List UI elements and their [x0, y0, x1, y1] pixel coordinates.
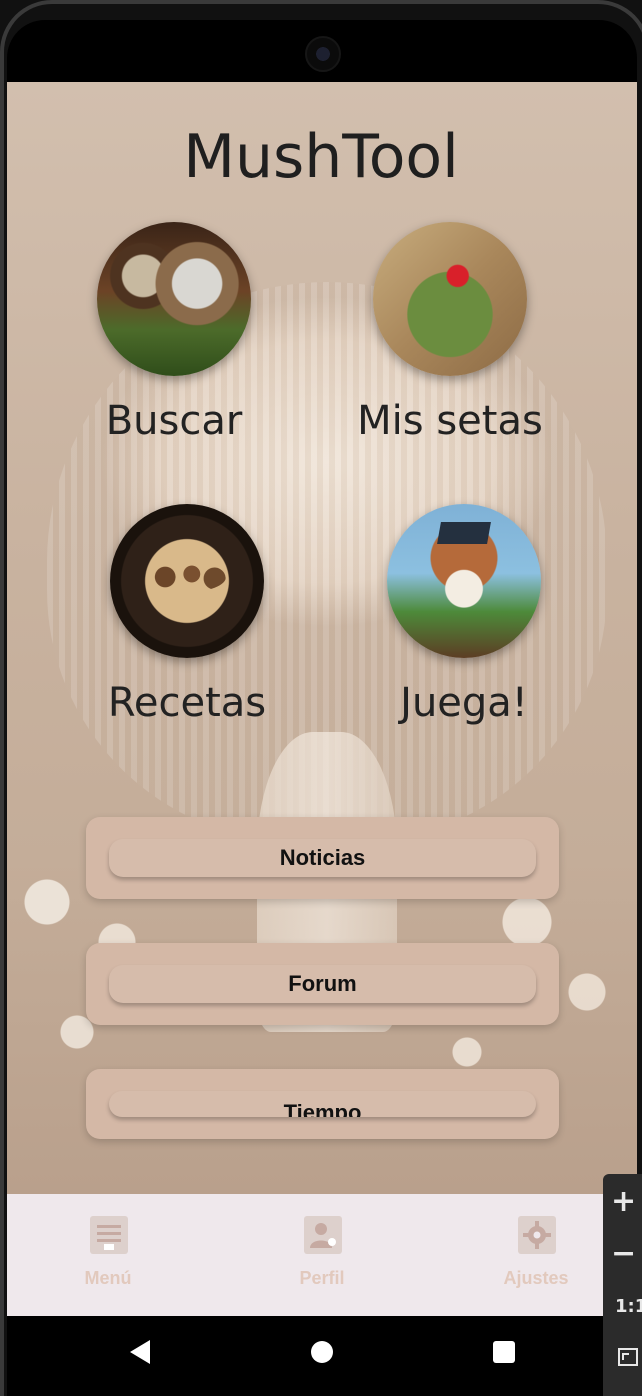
settings-icon [518, 1216, 556, 1254]
tile-mis-setas[interactable]: Mis setas [320, 222, 580, 452]
tile-recetas-label[interactable]: Recetas [57, 680, 317, 726]
app-title: MushTool [183, 122, 459, 192]
tile-buscar-label[interactable]: Buscar [44, 398, 304, 444]
mushroom-magnifier-image[interactable] [97, 222, 251, 376]
nav-profile-label: Perfil [299, 1268, 345, 1288]
back-icon[interactable] [110, 1316, 170, 1388]
background-mushroom-field [7, 862, 637, 1192]
tile-recetas[interactable]: Recetas [57, 504, 317, 734]
recents-icon[interactable] [474, 1316, 534, 1388]
noticias-card: Noticias [86, 817, 559, 899]
zoom-controls: + − 1:1 [603, 1174, 642, 1396]
bottom-navigation: Menú Perfil Ajustes [7, 1194, 637, 1316]
nav-settings-label: Ajustes [503, 1268, 569, 1288]
nav-menu-label: Menú [84, 1268, 132, 1288]
nav-item-profile[interactable]: Perfil [262, 1194, 382, 1316]
nav-item-menu[interactable]: Menú [48, 1194, 168, 1316]
noticias-button[interactable]: Noticias [109, 839, 536, 877]
mushroom-map-pin-image[interactable] [373, 222, 527, 376]
forum-button[interactable]: Forum [109, 965, 536, 1003]
mushroom-soup-image[interactable] [110, 504, 264, 658]
front-camera [305, 36, 341, 72]
tile-juega[interactable]: Juega! [334, 504, 594, 734]
tiempo-card: Tiempo [86, 1069, 559, 1139]
profile-icon [304, 1216, 342, 1254]
tile-buscar[interactable]: Buscar [44, 222, 304, 452]
tile-mis-setas-label[interactable]: Mis setas [320, 398, 580, 444]
zoom-reset-button[interactable]: 1:1 [615, 1296, 642, 1317]
forum-card: Forum [86, 943, 559, 1025]
zoom-in-button[interactable]: + [611, 1184, 636, 1219]
tile-juega-label[interactable]: Juega! [334, 680, 594, 726]
menu-icon [90, 1216, 128, 1254]
home-icon[interactable] [292, 1316, 352, 1388]
fit-screen-icon[interactable] [617, 1346, 639, 1372]
system-navigation-bar [7, 1316, 637, 1396]
zoom-out-button[interactable]: − [611, 1236, 636, 1271]
nav-item-settings[interactable]: Ajustes [476, 1194, 596, 1316]
graduate-mushroom-image[interactable] [387, 504, 541, 658]
tiempo-button[interactable]: Tiempo [109, 1091, 536, 1117]
